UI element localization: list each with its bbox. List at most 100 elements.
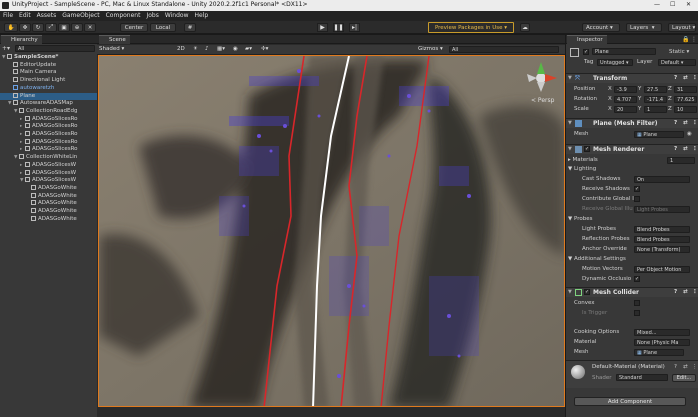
transform-header[interactable]: ▼ ⤧ Transform ? ⇄ ⋮ [566, 73, 698, 83]
hidden-objects-icon[interactable]: ◉ [233, 46, 238, 52]
add-object-icon[interactable]: +▾ [2, 45, 10, 52]
preset-icon[interactable]: ⇄ [683, 120, 688, 126]
x-axis-label[interactable]: X [608, 96, 612, 102]
help-icon[interactable]: ? [674, 146, 677, 152]
y-axis-label[interactable]: Y [638, 96, 641, 102]
preset-icon[interactable]: ⇄ [683, 289, 688, 295]
dynamic-occlusion-checkbox[interactable]: ✓ [634, 276, 640, 282]
hand-tool-icon[interactable]: ✋ [4, 23, 18, 32]
menu-assets[interactable]: Assets [34, 11, 60, 21]
grid-snap-icon[interactable]: # [184, 23, 196, 32]
hierarchy-item[interactable]: ▸ ADASGoSlicesRo [0, 138, 97, 147]
preset-icon[interactable]: ⇄ [683, 364, 688, 370]
rect-tool-icon[interactable]: ▣ [58, 23, 70, 32]
gizmos-dropdown[interactable]: Gizmos ▾ [418, 46, 443, 52]
help-icon[interactable]: ? [674, 120, 677, 126]
audio-toggle-icon[interactable]: ♪ [205, 46, 209, 52]
static-toggle[interactable]: Static ▾ [669, 49, 698, 55]
hierarchy-item[interactable]: ▸ ADASGoSlicesRo [0, 123, 97, 131]
mesh-filter-mesh-field[interactable]: ▦ Plane [634, 131, 684, 138]
hierarchy-item[interactable]: Plane [0, 92, 97, 101]
component-menu-icon[interactable]: ⋮ [692, 146, 698, 152]
hierarchy-item[interactable]: ▸ ADASGoSlicesRo [0, 146, 97, 154]
scale-z-field[interactable]: 10 [674, 106, 697, 113]
collider-mesh-field[interactable]: ▦ Plane [634, 349, 684, 356]
hierarchy-item[interactable]: ADASGoWhite [0, 200, 97, 208]
add-component-button[interactable]: Add Component [574, 397, 686, 406]
hierarchy-item[interactable]: ▸ ADASGoSlicesW [0, 161, 97, 170]
cast-shadows-dropdown[interactable]: On [634, 176, 690, 183]
menu-file[interactable]: File [0, 11, 16, 21]
object-picker-icon[interactable]: ◉ [687, 131, 692, 137]
position-z-field[interactable]: 31 [674, 86, 697, 93]
active-checkbox[interactable]: ✓ [583, 49, 589, 55]
cooking-options-dropdown[interactable]: Mixed... [634, 329, 690, 336]
menu-edit[interactable]: Edit [16, 11, 34, 21]
tag-dropdown[interactable]: Untagged ▾ [597, 59, 633, 66]
scene-search-input[interactable]: All [449, 46, 559, 53]
materials-foldout[interactable]: ▸ Materials [568, 157, 628, 163]
hierarchy-item[interactable]: ▼ ADASGoSlicesW [0, 177, 97, 185]
hierarchy-item[interactable]: ▸ ADASGoSlicesRo [0, 115, 97, 124]
menu-gameobject[interactable]: GameObject [59, 11, 102, 21]
component-menu-icon[interactable]: ⋮ [692, 75, 698, 81]
preset-icon[interactable]: ⇄ [683, 75, 688, 81]
hierarchy-item[interactable]: Directional Light [0, 77, 97, 85]
menu-jobs[interactable]: Jobs [143, 11, 161, 21]
lock-icon[interactable]: 🔒 [682, 36, 689, 43]
hierarchy-item[interactable]: ADASGoWhite [0, 208, 97, 216]
scene-root-item[interactable]: ▼ SampleScene* [0, 54, 97, 62]
close-icon[interactable]: ✕ [686, 1, 691, 8]
shading-mode-dropdown[interactable]: Shaded ▾ [99, 46, 124, 52]
tools-icon[interactable]: ✢▾ [261, 46, 268, 52]
move-tool-icon[interactable]: ✥ [19, 23, 31, 32]
hierarchy-item[interactable]: ▼ AutowareADASMap [0, 100, 97, 108]
hierarchy-item[interactable]: autowaretzh [0, 84, 97, 93]
custom-tool-icon[interactable]: ✕ [84, 23, 96, 32]
component-menu-icon[interactable]: ⋮ [692, 364, 698, 370]
light-probes-dropdown[interactable]: Blend Probes [634, 226, 690, 233]
scale-x-field[interactable]: 20 [614, 106, 637, 113]
menu-window[interactable]: Window [162, 11, 192, 21]
reflection-probes-dropdown[interactable]: Blend Probes [634, 236, 690, 243]
component-menu-icon[interactable]: ⋮ [692, 289, 698, 295]
hierarchy-item[interactable]: ▸ ADASGoSlicesW [0, 169, 97, 178]
convex-checkbox[interactable] [634, 300, 640, 306]
hierarchy-item[interactable]: ▼ CollectionWhiteLin [0, 154, 97, 162]
hierarchy-item[interactable]: ADASGoWhite [0, 192, 97, 201]
effects-toggle-icon[interactable]: ▦▾ [217, 46, 225, 52]
z-axis-label[interactable]: Z [668, 86, 672, 92]
probes-foldout[interactable]: ▼ Probes [568, 216, 628, 222]
rotation-z-field[interactable]: 77.625 [674, 96, 697, 103]
pause-button[interactable]: ❚❚ [333, 23, 344, 32]
pivot-local-toggle[interactable]: Local [150, 23, 176, 32]
layers-dropdown[interactable]: Layers ▾ [626, 23, 662, 32]
mesh-collider-header[interactable]: ▼ ✓ Mesh Collider ? ⇄ ⋮ [566, 287, 698, 297]
mesh-collider-enabled-checkbox[interactable]: ✓ [584, 289, 590, 295]
scene-camera-icon[interactable]: ▰▾ [245, 46, 252, 52]
additional-settings-foldout[interactable]: ▼ Additional Settings [568, 256, 648, 262]
x-axis-label[interactable]: X [608, 86, 612, 92]
z-axis-label[interactable]: Z [668, 106, 672, 112]
pivot-center-toggle[interactable]: Center [120, 23, 148, 32]
hierarchy-item[interactable]: EditorUpdate [0, 61, 97, 70]
rotate-tool-icon[interactable]: ↻ [32, 23, 44, 32]
persp-label[interactable]: < Persp [531, 97, 555, 104]
collider-material-field[interactable]: None (Physic Ma [634, 339, 690, 346]
hierarchy-item[interactable]: ADASGoWhite [0, 215, 97, 224]
anchor-override-field[interactable]: None (Transform) [634, 246, 690, 253]
hierarchy-item[interactable]: ADASGoWhite [0, 184, 97, 193]
lighting-foldout[interactable]: ▼ Lighting [568, 166, 628, 172]
shader-dropdown[interactable]: Standard [616, 374, 668, 381]
preview-packages-button[interactable]: Preview Packages in Use ▾ [428, 22, 514, 33]
tab-hierarchy[interactable]: Hierarchy [1, 35, 42, 44]
y-axis-label[interactable]: Y [638, 106, 641, 112]
menu-component[interactable]: Component [103, 11, 144, 21]
scale-tool-icon[interactable]: ⤢ [45, 23, 57, 32]
tab-inspector[interactable]: Inspector [567, 35, 607, 44]
hierarchy-item[interactable]: ▸ ADASGoSlicesRo [0, 131, 97, 139]
help-icon[interactable]: ? [674, 75, 677, 81]
scale-y-field[interactable]: 1 [644, 106, 667, 113]
rotation-y-field[interactable]: -171.4 [644, 96, 667, 103]
x-axis-label[interactable]: X [608, 106, 612, 112]
